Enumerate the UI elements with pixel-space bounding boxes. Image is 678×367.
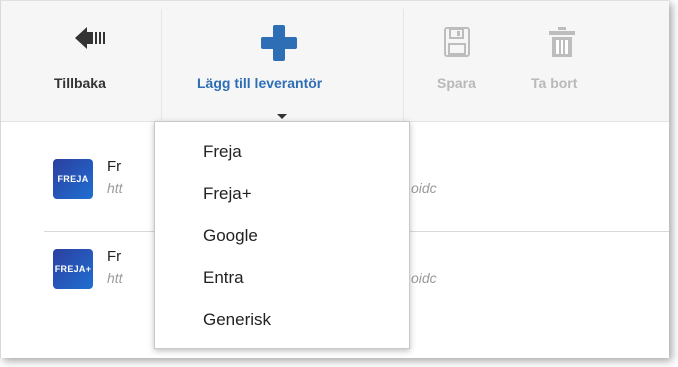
menu-item-google[interactable]: Google xyxy=(203,226,258,246)
menu-item-freja-plus[interactable]: Freja+ xyxy=(203,184,252,204)
toolbar: Tillbaka Lägg till leverantör Spara Ta b… xyxy=(1,9,669,122)
provider-title: Fr xyxy=(107,248,122,265)
menu-item-generisk[interactable]: Generisk xyxy=(203,310,271,330)
trash-icon xyxy=(549,27,575,62)
plus-icon xyxy=(261,25,297,66)
add-provider-menu: Freja Freja+ Google Entra Generisk xyxy=(154,121,410,349)
add-provider-button[interactable]: Lägg till leverantör xyxy=(191,9,371,121)
back-button[interactable]: Tillbaka xyxy=(41,9,141,121)
freja-plus-logo: FREJA+ xyxy=(53,249,93,289)
freja-logo: FREJA xyxy=(53,159,93,199)
provider-url-suffix: oidc xyxy=(411,270,437,286)
provider-title: Fr xyxy=(107,158,122,175)
delete-button[interactable]: Ta bort xyxy=(521,9,601,121)
provider-url-suffix: oidc xyxy=(411,180,437,196)
menu-item-freja[interactable]: Freja xyxy=(203,142,242,162)
menu-item-entra[interactable]: Entra xyxy=(203,268,244,288)
delete-label: Ta bort xyxy=(531,75,578,91)
back-button-label: Tillbaka xyxy=(54,75,106,91)
save-label: Spara xyxy=(437,75,476,91)
chevron-down-icon xyxy=(277,114,287,119)
top-strip xyxy=(1,1,669,9)
provider-url: htt xyxy=(107,180,123,196)
toolbar-separator xyxy=(161,9,162,121)
floppy-disk-icon xyxy=(444,27,470,62)
arrow-left-icon xyxy=(75,27,109,54)
provider-url: htt xyxy=(107,270,123,286)
save-button[interactable]: Spara xyxy=(426,9,486,121)
window: Tillbaka Lägg till leverantör Spara Ta b… xyxy=(0,0,669,358)
toolbar-separator xyxy=(403,9,404,121)
add-provider-label: Lägg till leverantör xyxy=(197,75,323,91)
